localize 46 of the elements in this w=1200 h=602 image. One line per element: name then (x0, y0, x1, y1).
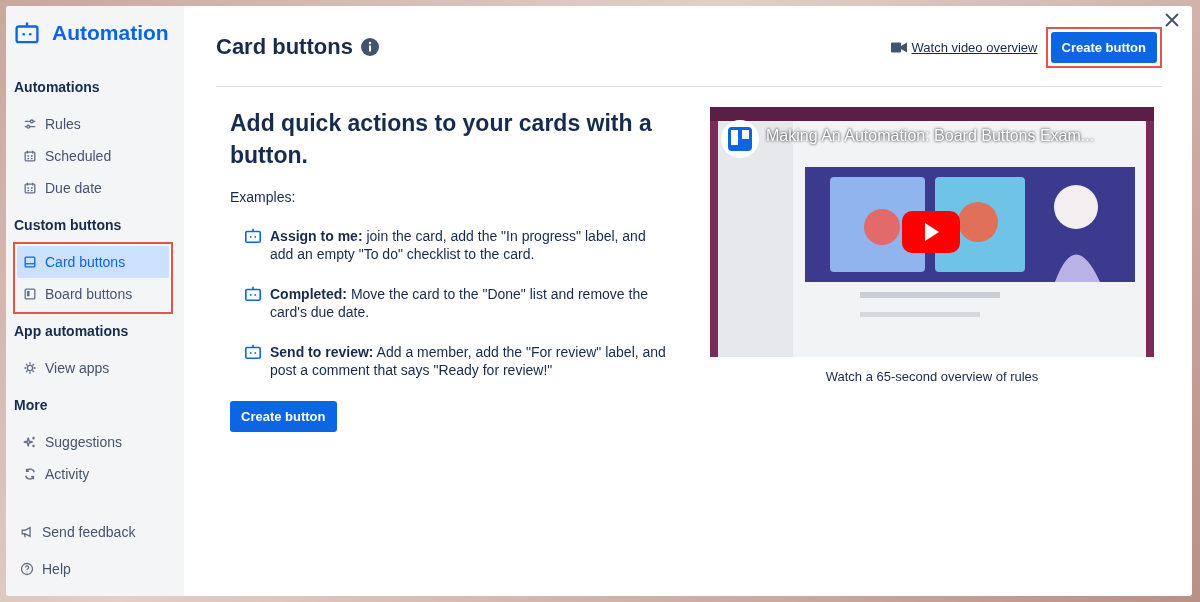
board-icon (23, 287, 37, 301)
create-button[interactable]: Create button (1050, 31, 1157, 63)
watch-video-link[interactable]: Watch video overview (911, 39, 1038, 55)
robot-icon (244, 285, 262, 303)
robot-logo-icon (14, 20, 40, 46)
video-camera-icon (890, 41, 907, 53)
card-icon (23, 255, 37, 269)
intro-heading: Add quick actions to your cards with a button. (230, 109, 653, 170)
video-player[interactable]: Making An Automation: Board Buttons Exam... (710, 107, 1154, 357)
play-icon[interactable] (902, 211, 960, 253)
help-icon (20, 562, 34, 576)
sidebar-item[interactable]: Send feedback (14, 516, 184, 548)
gear-icon (23, 361, 37, 375)
app-title: Automation (52, 21, 169, 45)
channel-logo-icon (720, 119, 760, 159)
info-icon (360, 38, 379, 56)
sparkle-icon (23, 435, 37, 449)
sidebar-item[interactable]: Due date (17, 172, 169, 204)
create-button[interactable]: Create button (230, 401, 337, 432)
sidebar-item[interactable]: Activity (17, 458, 169, 490)
sidebar-item[interactable]: Card buttons (17, 246, 169, 278)
close-icon (1164, 12, 1180, 28)
calendar-icon (23, 181, 37, 195)
sidebar-item[interactable]: Suggestions (17, 426, 169, 458)
example-text: Assign to me: join the card, add the "In progress" label, and add an empty "To do" checklist to the card. (270, 227, 647, 263)
refresh-icon (23, 467, 37, 481)
megaphone-icon (20, 525, 34, 539)
sidebar-item[interactable]: View apps (17, 352, 169, 384)
example-text: Completed: Move the card to the "Done" list and remove the card's due date. (270, 285, 649, 321)
video-caption: Watch a 65-second overview of rules (825, 369, 1039, 384)
robot-icon (244, 227, 262, 245)
sidebar-item[interactable]: Help (14, 553, 184, 585)
section-heading: Custom buttons (14, 216, 123, 235)
robot-icon (244, 343, 262, 361)
example-text: Send to review: Add a member, add the "For review" label, and post a comment that says "Ready for review!" (270, 343, 667, 379)
sidebar-item[interactable]: Rules (17, 108, 169, 140)
calendar-icon (23, 149, 37, 163)
sliders-icon (23, 117, 37, 131)
section-heading: App automations (14, 322, 130, 341)
sidebar-item[interactable]: Board buttons (17, 278, 169, 310)
examples-label: Examples: (230, 189, 297, 205)
section-heading: More (14, 396, 49, 415)
section-heading: Automations (14, 78, 101, 97)
page-title: Card buttons (216, 34, 353, 60)
sidebar-item[interactable]: Scheduled (17, 140, 169, 172)
video-title: Making An Automation: Board Buttons Exam... (766, 127, 1095, 145)
